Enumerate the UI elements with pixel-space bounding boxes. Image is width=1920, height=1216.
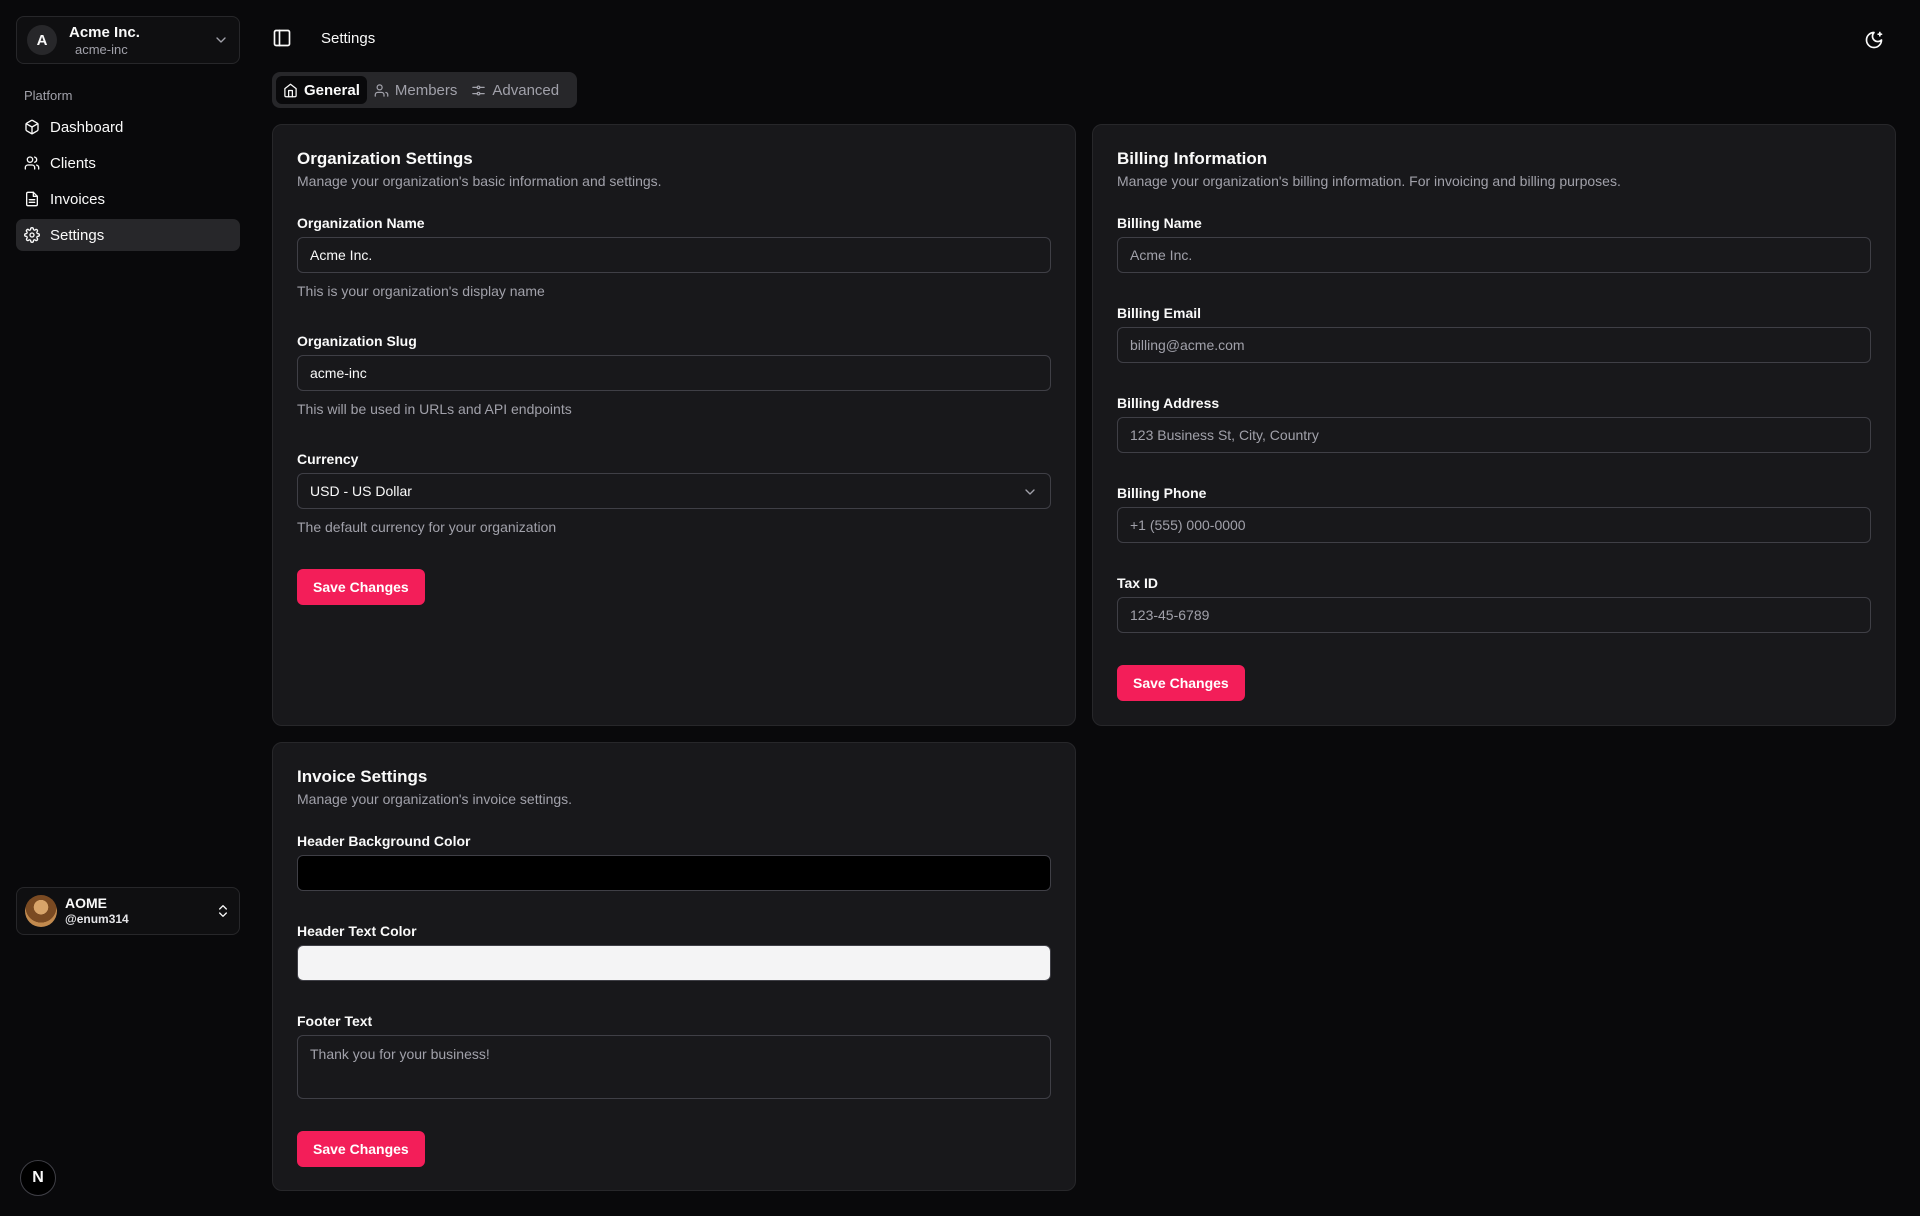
- organization-slug-label: Organization Slug: [297, 333, 417, 349]
- save-invoice-button[interactable]: Save Changes: [297, 1131, 425, 1167]
- org-name: Acme Inc.: [69, 23, 140, 41]
- app: A Acme Inc. acme-inc Platform Dashboard …: [0, 0, 1920, 1216]
- footer-text-label: Footer Text: [297, 1013, 373, 1029]
- nextjs-logo[interactable]: N: [20, 1160, 56, 1196]
- file-text-icon: [26, 191, 38, 207]
- chevron-down-icon: [216, 37, 226, 43]
- organization-name-label: Organization Name: [297, 215, 425, 231]
- currency-help: The default currency for your organizati…: [297, 519, 557, 535]
- user-name: AOME: [65, 895, 107, 911]
- organization-slug-input[interactable]: acme-inc: [297, 355, 1051, 391]
- invoice-settings-card: Invoice Settings Manage your organizatio…: [272, 742, 1076, 1191]
- home-icon: [284, 83, 297, 97]
- organization-slug-help: This will be used in URLs and API endpoi…: [297, 401, 572, 417]
- nav-group-label: Platform: [24, 88, 73, 103]
- box-icon: [25, 119, 39, 135]
- billing-information-card: Billing Information Manage your organiza…: [1092, 124, 1896, 726]
- organization-settings-card: Organization Settings Manage your organi…: [272, 124, 1076, 726]
- user-switcher[interactable]: AOME @enum314: [16, 887, 240, 935]
- sidebar-item-invoices[interactable]: Invoices: [16, 183, 240, 215]
- sidebar-item-dashboard[interactable]: Dashboard: [16, 111, 240, 143]
- billing-email-label: Billing Email: [1117, 305, 1202, 321]
- currency-value: USD - US Dollar: [310, 483, 412, 499]
- theme-toggle-icon[interactable]: [1864, 30, 1884, 50]
- sidebar: A Acme Inc. acme-inc Platform Dashboard …: [0, 0, 256, 1216]
- header-text-color-label: Header Text Color: [297, 923, 417, 939]
- card-title: Billing Information: [1117, 149, 1268, 168]
- tab-general[interactable]: General: [276, 76, 367, 104]
- page-title: Settings: [321, 30, 376, 47]
- chevrons-up-down-icon: [219, 905, 227, 917]
- tax-id-label: Tax ID: [1117, 575, 1158, 591]
- currency-label: Currency: [297, 451, 359, 467]
- header-background-color-label: Header Background Color: [297, 833, 471, 849]
- settings-tabs: General Members Advanced: [272, 72, 577, 108]
- save-organization-button[interactable]: Save Changes: [297, 569, 425, 605]
- org-slug: acme-inc: [75, 41, 128, 57]
- sliders-icon: [472, 85, 486, 95]
- user-icon: [374, 83, 389, 97]
- tab-label: General: [304, 81, 360, 99]
- chevron-down-icon: [1025, 489, 1035, 495]
- user-handle: @enum314: [65, 912, 129, 926]
- org-avatar: A: [27, 25, 57, 55]
- tax-id-input[interactable]: 123-45-6789: [1117, 597, 1871, 633]
- save-billing-button[interactable]: Save Changes: [1117, 665, 1245, 701]
- tab-members[interactable]: Members: [367, 76, 465, 104]
- organization-name-help: This is your organization's display name: [297, 283, 545, 299]
- currency-select[interactable]: USD - US Dollar: [297, 473, 1051, 509]
- sidebar-nav: Dashboard Clients Invoices Settings: [16, 111, 240, 255]
- billing-email-input[interactable]: billing@acme.com: [1117, 327, 1871, 363]
- org-switcher[interactable]: A Acme Inc. acme-inc: [16, 16, 240, 64]
- sidebar-item-clients[interactable]: Clients: [16, 147, 240, 179]
- tab-label: Advanced: [492, 81, 560, 99]
- card-title: Organization Settings: [297, 149, 473, 168]
- billing-phone-label: Billing Phone: [1117, 485, 1207, 501]
- organization-name-input[interactable]: Acme Inc.: [297, 237, 1051, 273]
- billing-name-input[interactable]: Acme Inc.: [1117, 237, 1871, 273]
- billing-phone-input[interactable]: +1 (555) 000-0000: [1117, 507, 1871, 543]
- card-description: Manage your organization's billing infor…: [1117, 173, 1621, 189]
- tab-advanced[interactable]: Advanced: [464, 76, 566, 104]
- avatar: [25, 895, 57, 927]
- card-title: Invoice Settings: [297, 767, 428, 786]
- panel-left-icon[interactable]: [272, 28, 292, 48]
- sidebar-item-label: Dashboard: [50, 118, 124, 136]
- billing-address-label: Billing Address: [1117, 395, 1220, 411]
- card-description: Manage your organization's basic informa…: [297, 173, 662, 189]
- billing-address-input[interactable]: 123 Business St, City, Country: [1117, 417, 1871, 453]
- billing-name-label: Billing Name: [1117, 215, 1202, 231]
- header-text-color-input[interactable]: [297, 945, 1051, 981]
- card-description: Manage your organization's invoice setti…: [297, 791, 573, 807]
- sidebar-item-label: Invoices: [50, 190, 106, 208]
- sidebar-item-settings[interactable]: Settings: [16, 219, 240, 251]
- sidebar-item-label: Settings: [50, 226, 105, 244]
- gear-icon: [24, 227, 40, 243]
- header-background-color-input[interactable]: [297, 855, 1051, 891]
- tab-label: Members: [394, 81, 458, 99]
- users-icon: [24, 156, 40, 170]
- footer-text-textarea[interactable]: Thank you for your business!: [297, 1035, 1051, 1099]
- sidebar-item-label: Clients: [50, 154, 96, 172]
